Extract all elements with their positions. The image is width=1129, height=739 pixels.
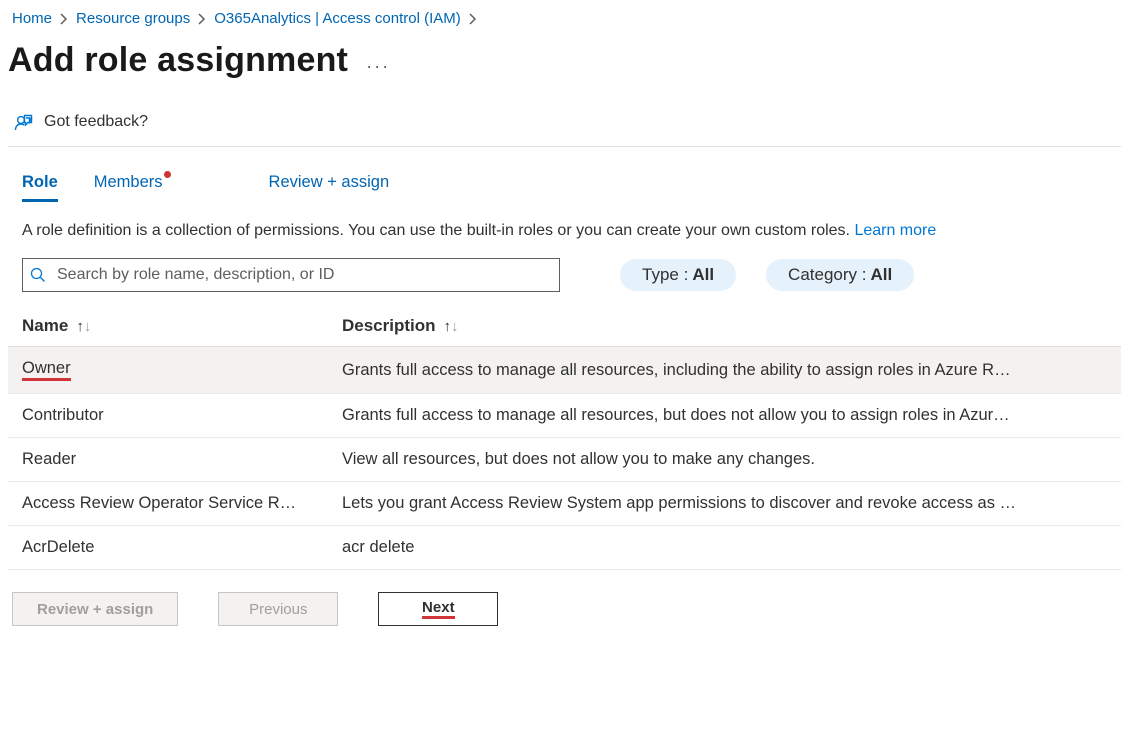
learn-more-link[interactable]: Learn more xyxy=(854,222,936,239)
role-name: Contributor xyxy=(22,406,342,425)
sort-icon: ↑↓ xyxy=(76,318,91,335)
role-description: View all resources, but does not allow y… xyxy=(342,450,1121,469)
filter-type-pill[interactable]: Type : All xyxy=(620,259,736,291)
chevron-right-icon xyxy=(60,13,68,25)
tab-role[interactable]: Role xyxy=(22,173,58,200)
role-name: AcrDelete xyxy=(22,538,342,557)
table-row[interactable]: Owner Grants full access to manage all r… xyxy=(8,347,1121,394)
previous-button[interactable]: Previous xyxy=(218,592,338,626)
breadcrumb-home[interactable]: Home xyxy=(12,10,52,27)
attention-dot-icon xyxy=(164,171,171,178)
chevron-right-icon xyxy=(198,13,206,25)
feedback-label: Got feedback? xyxy=(44,113,148,131)
breadcrumb-resource-groups[interactable]: Resource groups xyxy=(76,10,190,27)
tab-members[interactable]: Members xyxy=(94,173,163,200)
role-description: acr delete xyxy=(342,538,1121,557)
column-header-description[interactable]: Description ↑↓ xyxy=(342,316,1121,336)
tab-review-assign[interactable]: Review + assign xyxy=(269,173,390,200)
footer: Review + assign Previous Next xyxy=(8,570,1121,640)
breadcrumb: Home Resource groups O365Analytics | Acc… xyxy=(8,10,1121,31)
filter-category-pill[interactable]: Category : All xyxy=(766,259,914,291)
review-assign-button[interactable]: Review + assign xyxy=(12,592,178,626)
more-actions-icon[interactable]: ··· xyxy=(366,56,390,77)
table-row[interactable]: Access Review Operator Service R… Lets y… xyxy=(8,482,1121,526)
tabs: Role Members Review + assign xyxy=(8,147,1121,208)
role-name: Access Review Operator Service R… xyxy=(22,494,342,513)
role-name: Reader xyxy=(22,450,342,469)
table-row[interactable]: AcrDelete acr delete xyxy=(8,526,1121,570)
next-button[interactable]: Next xyxy=(378,592,498,626)
table-row[interactable]: Contributor Grants full access to manage… xyxy=(8,394,1121,438)
column-header-name[interactable]: Name ↑↓ xyxy=(22,316,342,336)
role-name: Owner xyxy=(22,359,71,381)
breadcrumb-iam[interactable]: O365Analytics | Access control (IAM) xyxy=(214,10,460,27)
page-title: Add role assignment xyxy=(8,41,348,80)
feedback-icon xyxy=(14,112,34,132)
role-description: Lets you grant Access Review System app … xyxy=(342,494,1121,513)
search-wrap xyxy=(22,258,560,292)
filters-row: Type : All Category : All xyxy=(8,258,1121,310)
table-header: Name ↑↓ Description ↑↓ xyxy=(8,310,1121,347)
search-input[interactable] xyxy=(22,258,560,292)
table-row[interactable]: Reader View all resources, but does not … xyxy=(8,438,1121,482)
title-row: Add role assignment ··· xyxy=(8,41,1121,80)
sort-icon: ↑↓ xyxy=(444,318,459,335)
role-description: Grants full access to manage all resourc… xyxy=(342,361,1121,380)
role-description: Grants full access to manage all resourc… xyxy=(342,406,1121,425)
feedback-link[interactable]: Got feedback? xyxy=(8,108,1121,146)
description-text: A role definition is a collection of per… xyxy=(8,208,1121,258)
roles-table: Name ↑↓ Description ↑↓ Owner Grants full… xyxy=(8,310,1121,570)
chevron-right-icon xyxy=(469,13,477,25)
search-icon xyxy=(30,267,46,283)
